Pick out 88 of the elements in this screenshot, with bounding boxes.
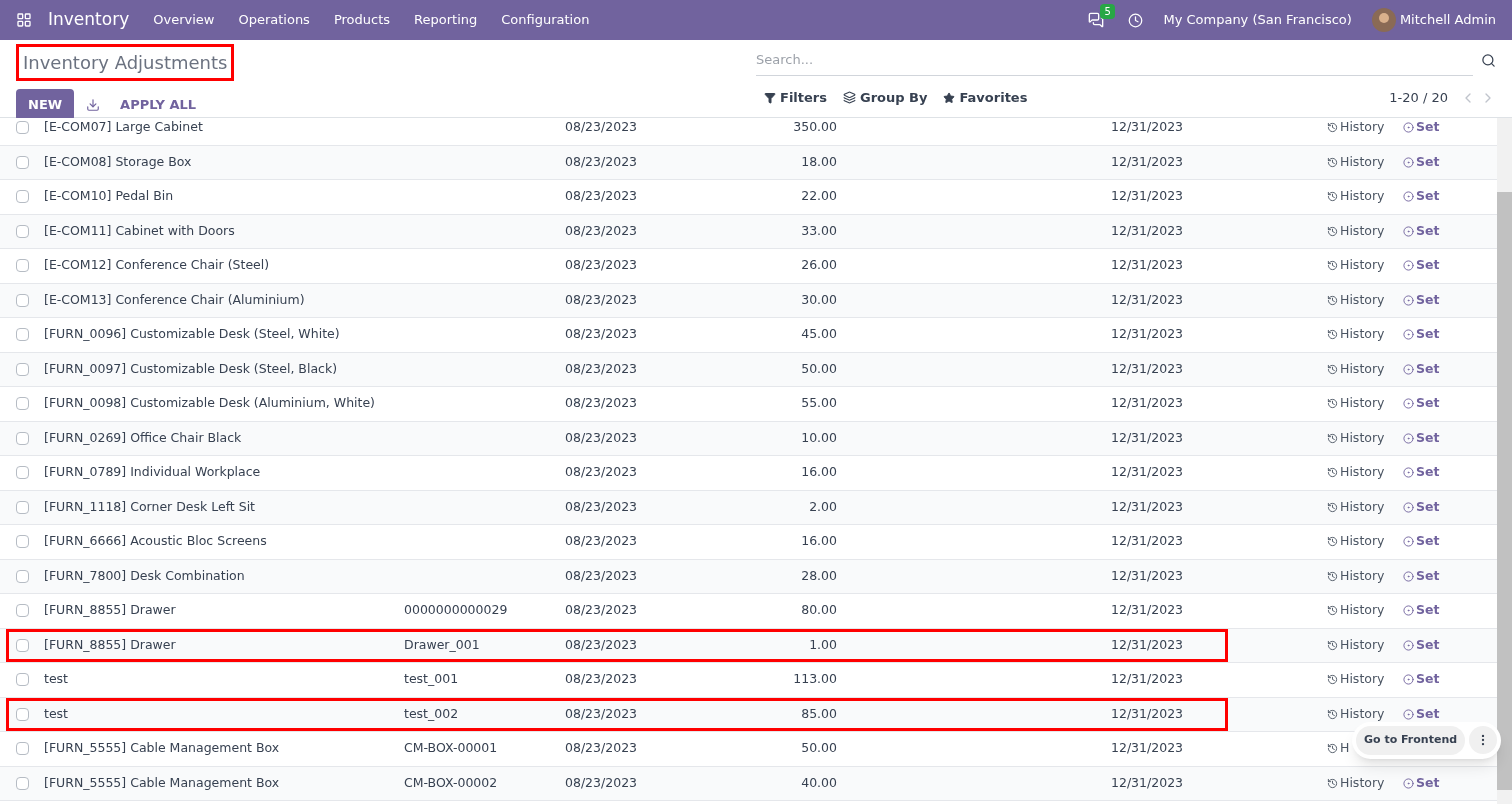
- quantity-cell-text: 18.00: [801, 152, 837, 171]
- product-cell-text: [FURN_7800] Desk Combination: [44, 566, 246, 585]
- date-cell-text: 08/23/2023: [565, 256, 639, 275]
- date-cell-text: 08/23/2023: [565, 152, 639, 171]
- scheduled-date-cell-text: 12/31/2023: [1111, 187, 1184, 206]
- scheduled-date-cell-text: 12/31/2023: [1111, 256, 1184, 275]
- scheduled-date-cell-text: 12/31/2023: [1111, 290, 1184, 309]
- date-cell-text: 08/23/2023: [565, 118, 639, 137]
- quantity-cell-text: 30.00: [801, 290, 837, 309]
- quantity-cell-text: 50.00: [801, 359, 837, 378]
- date-cell-text: 08/23/2023: [565, 635, 639, 654]
- product-cell-text: [FURN_5555] Cable Management Box: [44, 773, 281, 792]
- product-cell-text: [E-COM12] Conference Chair (Steel): [44, 256, 271, 275]
- product-cell-text: [E-COM08] Storage Box: [44, 152, 193, 171]
- scheduled-date-cell-text: 12/31/2023: [1111, 428, 1184, 447]
- quantity-cell-text: 80.00: [801, 601, 837, 620]
- scheduled-date-cell-text: 12/31/2023: [1111, 497, 1184, 516]
- lot-cell: test_001: [404, 671, 459, 687]
- product-cell-text: test: [44, 704, 69, 723]
- product-cell-text: [FURN_8855] Drawer: [44, 601, 177, 620]
- date-cell-text: 08/23/2023: [565, 773, 639, 792]
- quantity-cell-text: 40.00: [801, 773, 837, 792]
- date-cell-text: 08/23/2023: [565, 670, 639, 689]
- product-cell-text: [FURN_8855] Drawer: [44, 635, 177, 654]
- lot-cell: Drawer_001: [404, 636, 480, 652]
- quantity-cell-text: 33.00: [801, 221, 837, 240]
- date-cell-text: 08/23/2023: [565, 532, 639, 551]
- quantity-cell-text: 350.00: [793, 118, 837, 137]
- date-cell-text: 08/23/2023: [565, 325, 639, 344]
- scheduled-date-cell-text: 12/31/2023: [1111, 221, 1184, 240]
- scheduled-date-cell-text: 12/31/2023: [1111, 394, 1184, 413]
- quantity-cell-text: 85.00: [801, 704, 837, 723]
- scheduled-date-cell-text: 12/31/2023: [1111, 359, 1184, 378]
- quantity-cell-text: 22.00: [801, 187, 837, 206]
- quantity-cell-text: 50.00: [801, 739, 837, 758]
- date-cell-text: 08/23/2023: [565, 739, 639, 758]
- scheduled-date-cell-text: 12/31/2023: [1111, 566, 1184, 585]
- date-cell-text: 08/23/2023: [565, 428, 639, 447]
- scheduled-date-cell-text: 12/31/2023: [1111, 739, 1184, 758]
- product-cell-text: [E-COM07] Large Cabinet: [44, 118, 204, 137]
- message-count-badge: 5: [1100, 4, 1115, 19]
- quantity-cell-text: 2.00: [809, 497, 837, 516]
- date-cell-text: 08/23/2023: [565, 290, 639, 309]
- lot-cell: CM-BOX-00002: [404, 774, 498, 790]
- scheduled-date-cell-text: 12/31/2023: [1111, 773, 1184, 792]
- scheduled-date-cell-text: 12/31/2023: [1111, 704, 1184, 723]
- date-cell-text: 08/23/2023: [565, 497, 639, 516]
- product-cell-text: [E-COM10] Pedal Bin: [44, 187, 175, 206]
- date-cell-text: 08/23/2023: [565, 566, 639, 585]
- scheduled-date-cell-text: 12/31/2023: [1111, 532, 1184, 551]
- product-cell-text: [FURN_1118] Corner Desk Left Sit: [44, 497, 257, 516]
- scheduled-date-cell-text: 12/31/2023: [1111, 118, 1184, 137]
- product-cell-text: [FURN_0097] Customizable Desk (Steel, Black): [44, 359, 339, 378]
- lot-cell: 0000000000029: [404, 602, 508, 618]
- scheduled-date-cell-text: 12/31/2023: [1111, 463, 1184, 482]
- lot-cell: CM-BOX-00001: [404, 740, 498, 756]
- product-cell-text: [FURN_5555] Cable Management Box: [44, 739, 281, 758]
- scheduled-date-cell-text: 12/31/2023: [1111, 152, 1184, 171]
- quantity-cell-text: 26.00: [801, 256, 837, 275]
- quantity-cell-text: 16.00: [801, 532, 837, 551]
- date-cell-text: 08/23/2023: [565, 601, 639, 620]
- date-cell-text: 08/23/2023: [565, 221, 639, 240]
- product-cell-text: test: [44, 670, 69, 689]
- scheduled-date-cell-text: 12/31/2023: [1111, 325, 1184, 344]
- quantity-cell-text: 16.00: [801, 463, 837, 482]
- lot-cell: test_002: [404, 705, 459, 721]
- product-cell-text: [FURN_0789] Individual Workplace: [44, 463, 262, 482]
- date-cell-text: 08/23/2023: [565, 704, 639, 723]
- date-cell-text: 08/23/2023: [565, 359, 639, 378]
- date-cell-text: 08/23/2023: [565, 463, 639, 482]
- scheduled-date-cell-text: 12/31/2023: [1111, 635, 1184, 654]
- product-cell-text: [FURN_0269] Office Chair Black: [44, 428, 243, 447]
- scheduled-date-cell-text: 12/31/2023: [1111, 670, 1184, 689]
- scheduled-date-cell-text: 12/31/2023: [1111, 601, 1184, 620]
- product-cell-text: [FURN_0096] Customizable Desk (Steel, White): [44, 325, 341, 344]
- quantity-cell-text: 55.00: [801, 394, 837, 413]
- product-cell-text: [E-COM13] Conference Chair (Aluminium): [44, 290, 306, 309]
- page-title: Inventory Adjustments: [16, 44, 235, 81]
- product-cell-text: [FURN_0098] Customizable Desk (Aluminium, White): [44, 394, 376, 413]
- date-cell-text: 08/23/2023: [565, 394, 639, 413]
- quantity-cell-text: 113.00: [793, 670, 837, 689]
- quantity-cell-text: 1.00: [809, 635, 837, 654]
- product-cell-text: [FURN_6666] Acoustic Bloc Screens: [44, 532, 268, 551]
- product-cell-text: [E-COM11] Cabinet with Doors: [44, 221, 236, 240]
- date-cell-text: 08/23/2023: [565, 187, 639, 206]
- quantity-cell-text: 45.00: [801, 325, 837, 344]
- quantity-cell-text: 10.00: [801, 428, 837, 447]
- quantity-cell-text: 28.00: [801, 566, 837, 585]
